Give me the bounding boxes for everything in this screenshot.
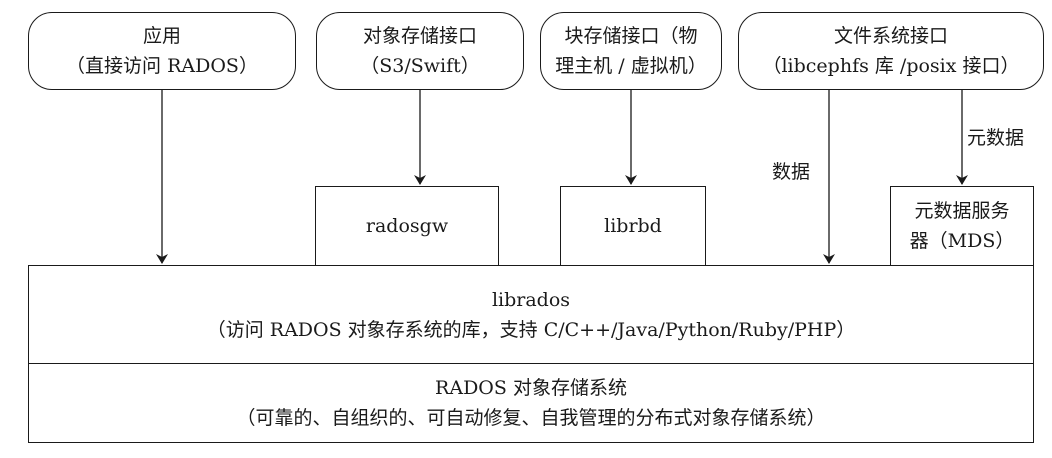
rados-layer: RADOS 对象存储系统 （可靠的、自组织的、可自动修复、自我管理的分布式对象存… — [28, 363, 1034, 443]
librados-description: （访问 RADOS 对象存系统的库，支持 C/C++/Java/Python/R… — [206, 318, 856, 341]
metadata-flow-label: 元数据 — [967, 127, 1025, 149]
object-storage-subtitle: （S3/Swift） — [360, 55, 480, 77]
mds-box: 元数据服务 器（MDS） — [890, 186, 1034, 266]
rados-title: RADOS 对象存储系统 — [435, 377, 627, 399]
data-flow-label: 数据 — [772, 161, 811, 183]
object-storage-title: 对象存储接口 — [362, 25, 477, 47]
librados-title: librados — [491, 288, 571, 311]
mds-label-line2: 器（MDS） — [909, 230, 1015, 252]
block-storage-interface-box: 块存储接口（物 理主机 / 虚拟机） — [540, 12, 722, 90]
mds-label-line1: 元数据服务 — [914, 200, 1010, 222]
block-storage-title: 块存储接口（物 — [564, 25, 698, 47]
radosgw-box: radosgw — [315, 186, 499, 266]
filesystem-interface-box: 文件系统接口 （libcephfs 库 /posix 接口） — [738, 12, 1044, 90]
app-direct-title: 应用 — [142, 25, 181, 47]
rados-description: （可靠的、自组织的、可自动修复、自我管理的分布式对象存储系统） — [236, 407, 826, 429]
filesystem-subtitle: （libcephfs 库 /posix 接口） — [762, 55, 1020, 77]
librbd-label: librbd — [604, 215, 662, 237]
app-direct-rados-box: 应用 （直接访问 RADOS） — [28, 12, 296, 90]
radosgw-label: radosgw — [365, 215, 449, 237]
app-direct-subtitle: （直接访问 RADOS） — [66, 55, 258, 77]
block-storage-subtitle: 理主机 / 虚拟机） — [555, 55, 707, 77]
filesystem-title: 文件系统接口 — [833, 25, 948, 47]
librados-layer: librados （访问 RADOS 对象存系统的库，支持 C/C++/Java… — [28, 265, 1034, 364]
object-storage-interface-box: 对象存储接口 （S3/Swift） — [316, 12, 524, 90]
librbd-box: librbd — [560, 186, 706, 266]
